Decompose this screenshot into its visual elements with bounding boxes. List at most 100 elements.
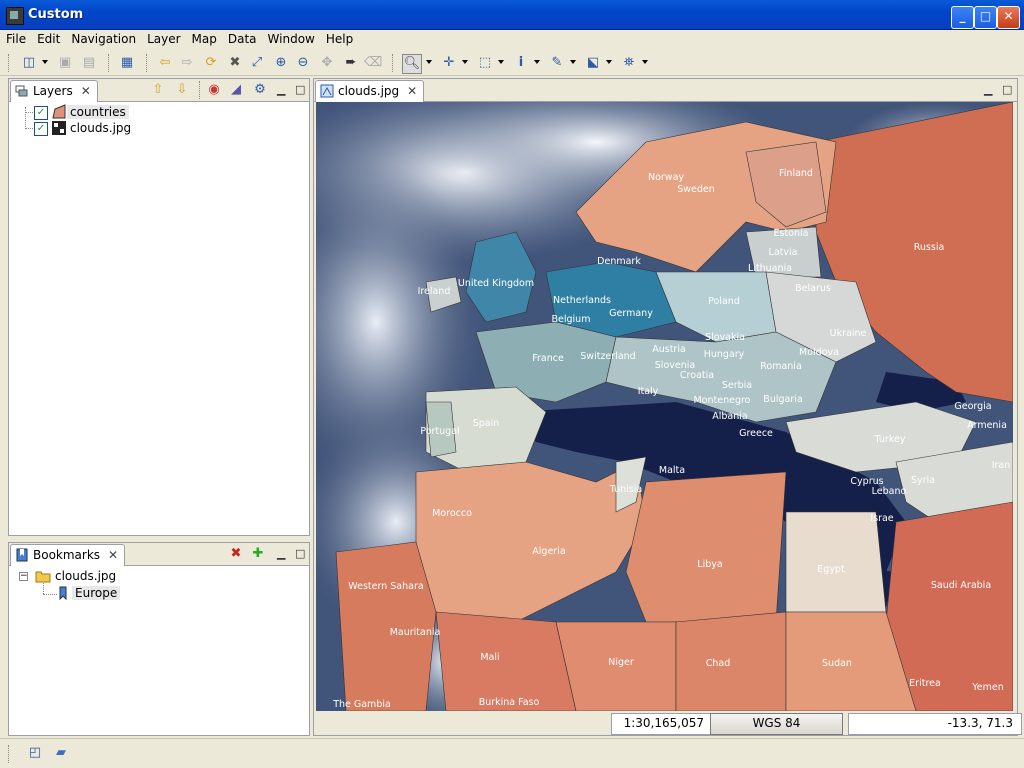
- collapse-toggle-icon[interactable]: −: [19, 572, 28, 581]
- add-bookmark-icon[interactable]: ✚: [249, 545, 267, 563]
- map-label-western-sahara: Western Sahara: [348, 581, 423, 592]
- zoom-tool-dropdown-icon[interactable]: [426, 60, 432, 64]
- scale-field[interactable]: 1:30,165,057: [611, 713, 713, 735]
- bookmarks-tab[interactable]: Bookmarks ✕: [10, 544, 126, 566]
- edit-tool-dropdown-icon[interactable]: [570, 60, 576, 64]
- polygon-layer-icon: [51, 104, 67, 120]
- save-icon[interactable]: ▣: [56, 54, 74, 72]
- bookmark-europe[interactable]: Europe: [72, 586, 121, 600]
- fast-view-icon[interactable]: ◰: [26, 744, 44, 762]
- plugin-icon[interactable]: ⛯: [620, 54, 638, 72]
- refresh-icon[interactable]: ⟳: [202, 54, 220, 72]
- map-label-uk: United Kingdom: [458, 278, 534, 289]
- next-icon[interactable]: ➨: [342, 54, 360, 72]
- eraser-icon[interactable]: ⌫: [364, 54, 382, 72]
- map-label-malta: Malta: [659, 465, 685, 476]
- clouds-visibility-checkbox[interactable]: ✓: [34, 122, 48, 136]
- pan-tool-dropdown-icon[interactable]: [462, 60, 468, 64]
- map-label-greece: Greece: [739, 428, 773, 439]
- layers-icon: [15, 84, 29, 98]
- menu-file[interactable]: File: [0, 30, 31, 46]
- move-layer-down-icon[interactable]: ⇩: [173, 81, 191, 99]
- map-label-georgia: Georgia: [954, 401, 991, 412]
- create-feature-icon[interactable]: ⬕: [584, 54, 602, 72]
- status-grip: [8, 745, 11, 763]
- menu-window[interactable]: Window: [262, 30, 320, 46]
- map-label-poland: Poland: [708, 296, 740, 307]
- maximize-view-icon[interactable]: □: [295, 83, 305, 96]
- pan-icon[interactable]: ✥: [318, 54, 336, 72]
- map-label-lithuania: Lithuania: [748, 263, 792, 274]
- close-button[interactable]: ✕: [997, 6, 1020, 29]
- map-label-romania: Romania: [760, 361, 802, 372]
- map-label-albania: Albania: [712, 411, 747, 422]
- selection-dropdown-icon[interactable]: [498, 60, 504, 64]
- menu-navigation[interactable]: Navigation: [65, 30, 141, 46]
- maximize-view-icon[interactable]: □: [295, 547, 305, 560]
- new-dropdown-icon[interactable]: [42, 60, 48, 64]
- minimize-view-icon[interactable]: ▁: [277, 83, 285, 96]
- bookmark-folder-clouds[interactable]: clouds.jpg: [55, 569, 116, 583]
- open-view-icon[interactable]: ▰: [52, 744, 70, 762]
- layer-item-clouds[interactable]: clouds.jpg: [70, 121, 131, 135]
- remove-bookmark-icon[interactable]: ✖: [227, 545, 245, 563]
- back-arrow-icon[interactable]: ⇦: [156, 54, 174, 72]
- menu-layer[interactable]: Layer: [141, 30, 185, 46]
- map-label-moldova: Moldova: [799, 347, 839, 358]
- zoom-out-icon[interactable]: ⊖: [294, 54, 312, 72]
- editor-tab-label: clouds.jpg: [338, 84, 400, 98]
- close-layers-tab-icon[interactable]: ✕: [81, 84, 91, 98]
- plugin-dropdown-icon[interactable]: [642, 60, 648, 64]
- edit-tool-icon[interactable]: ✎: [548, 54, 566, 72]
- save-all-icon[interactable]: ▤: [80, 54, 98, 72]
- info-icon[interactable]: i: [512, 54, 530, 72]
- tree-line: [43, 594, 57, 595]
- map-label-austria: Austria: [652, 344, 686, 355]
- zoom-tool-icon[interactable]: 🔍︎: [402, 54, 422, 74]
- zoom-in-icon[interactable]: ⊕: [272, 54, 290, 72]
- map-label-yemen: Yemen: [971, 682, 1004, 693]
- new-map-icon[interactable]: ▦: [118, 54, 136, 72]
- zoom-extent-icon[interactable]: ⤢: [248, 54, 266, 72]
- menu-data[interactable]: Data: [222, 30, 262, 46]
- selection-icon[interactable]: ⬚: [476, 54, 494, 72]
- info-dropdown-icon[interactable]: [534, 60, 540, 64]
- move-layer-up-icon[interactable]: ⇧: [149, 81, 167, 99]
- map-label-burkina: Burkina Faso: [479, 697, 540, 708]
- map-label-ukraine: Ukraine: [830, 328, 867, 339]
- editor-tab-clouds[interactable]: clouds.jpg ✕: [315, 80, 425, 102]
- map-canvas[interactable]: Norway Sweden Finland Estonia Latvia Lit…: [316, 102, 1013, 711]
- map-label-armenia: Armenia: [967, 420, 1007, 431]
- close-editor-tab-icon[interactable]: ✕: [407, 84, 417, 98]
- maximize-button[interactable]: □: [974, 6, 997, 29]
- forward-arrow-icon[interactable]: ⇨: [178, 54, 196, 72]
- tree-line: [25, 128, 33, 129]
- crs-button[interactable]: WGS 84: [710, 713, 843, 735]
- new-icon[interactable]: ◫: [20, 54, 38, 72]
- close-bookmarks-tab-icon[interactable]: ✕: [108, 548, 118, 562]
- layers-tab[interactable]: Layers ✕: [10, 80, 98, 102]
- tree-line: [25, 107, 26, 127]
- style-icon[interactable]: ◢: [227, 81, 245, 99]
- menu-edit[interactable]: Edit: [31, 30, 65, 46]
- map-label-germany: Germany: [609, 308, 653, 319]
- countries-visibility-checkbox[interactable]: ✓: [34, 106, 48, 120]
- minimize-view-icon[interactable]: ▁: [277, 547, 285, 560]
- pan-tool-icon[interactable]: ✛: [440, 54, 458, 72]
- map-label-belgium: Belgium: [552, 314, 591, 325]
- maximize-editor-icon[interactable]: □: [1002, 83, 1012, 96]
- map-label-iran: Iran: [992, 460, 1011, 471]
- bookmarks-view: Bookmarks ✕ ✖ ✚ ▁ □ − clouds.jpg Europe: [8, 542, 310, 736]
- layer-properties-icon[interactable]: ⚙: [251, 81, 269, 99]
- menu-help[interactable]: Help: [320, 30, 358, 46]
- view-toolbar-separator: [199, 81, 202, 99]
- layer-item-countries[interactable]: countries: [67, 105, 129, 119]
- menu-map[interactable]: Map: [186, 30, 222, 46]
- minimize-button[interactable]: _: [951, 6, 974, 29]
- minimize-editor-icon[interactable]: ▁: [984, 83, 992, 96]
- menu-bar: File Edit Navigation Layer Map Data Window Help: [0, 30, 1024, 50]
- create-feature-dropdown-icon[interactable]: [606, 60, 612, 64]
- palette-icon[interactable]: ◉: [205, 81, 223, 99]
- map-label-algeria: Algeria: [532, 546, 565, 557]
- tools-icon[interactable]: ✖: [226, 54, 244, 72]
